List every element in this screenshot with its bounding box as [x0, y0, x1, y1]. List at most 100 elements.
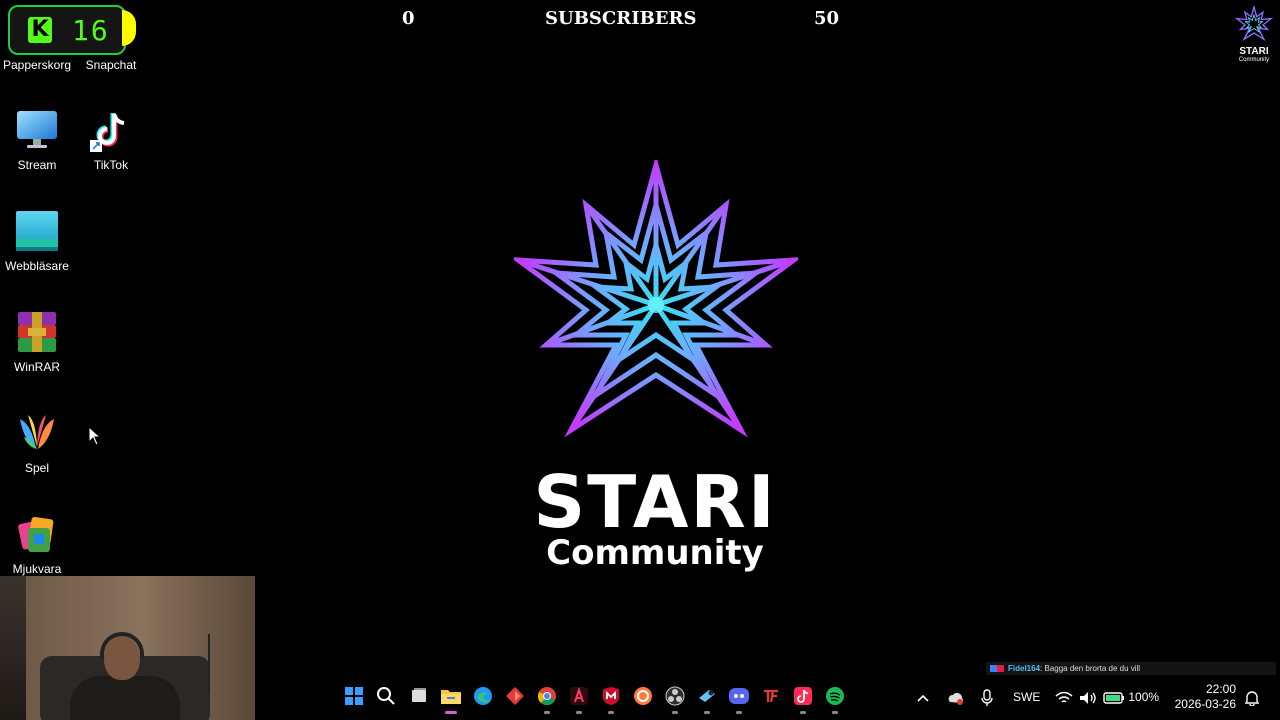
- sub-goal-target: 50: [814, 8, 840, 29]
- snapchat-bubble-icon: [122, 10, 136, 46]
- orange-circle-app-icon: [634, 687, 652, 705]
- taskbar-tf-app[interactable]: [760, 686, 782, 708]
- software-icon: [14, 512, 60, 558]
- active-indicator: [445, 711, 457, 714]
- task-view-button[interactable]: [408, 686, 430, 708]
- webcam-feed: [0, 576, 255, 720]
- chat-username: Fidel164: [1008, 664, 1041, 673]
- kick-count: 16: [72, 13, 110, 47]
- red-diamond-app-icon: [506, 687, 524, 705]
- mouse-cursor-icon: [88, 426, 102, 446]
- taskbar-discord[interactable]: [728, 686, 750, 714]
- cloud-app-icon: [948, 692, 963, 705]
- desktop-icon-label: Stream: [17, 158, 57, 172]
- taskbar-file-explorer[interactable]: [440, 686, 462, 714]
- games-icon: [14, 411, 60, 457]
- search-button[interactable]: [375, 686, 397, 708]
- start-icon: [345, 687, 363, 705]
- adobe-icon: [570, 686, 588, 705]
- taskbar-red-diamond-app[interactable]: [504, 686, 526, 708]
- kick-logo-icon: K: [28, 17, 52, 43]
- logo-subtitle: Community: [546, 533, 764, 573]
- tiktok-live-icon: [794, 687, 812, 705]
- taskbar-edge[interactable]: [472, 686, 494, 708]
- running-indicator: [608, 711, 614, 714]
- desktop-icon-snapchat[interactable]: Snapchat: [74, 58, 148, 72]
- tray-clock[interactable]: 22:00 2026-03-26: [1175, 682, 1236, 712]
- spotify-icon: [826, 687, 844, 705]
- edge-icon: [474, 687, 492, 705]
- desktop-icon-label: Spel: [24, 461, 50, 475]
- tray-battery[interactable]: 100%: [1103, 675, 1159, 720]
- taskbar-mcafee[interactable]: [600, 686, 622, 714]
- task-view-icon: [412, 688, 426, 702]
- chevron-up-icon: [917, 694, 929, 702]
- running-indicator: [736, 711, 742, 714]
- taskbar: SWE 100% 22:00 2026-03-26: [255, 675, 1280, 720]
- running-indicator: [672, 711, 678, 714]
- chat-text: : Bagga den brorta de du vill: [1040, 664, 1141, 673]
- browser-icon: [14, 209, 60, 255]
- obs-icon: [665, 686, 685, 706]
- corner-stari-logo: STARI Community: [1232, 4, 1276, 64]
- webcam-person-body: [70, 676, 180, 720]
- battery-percent: 100%: [1128, 690, 1160, 704]
- running-indicator: [800, 711, 806, 714]
- desktop-icon-spel[interactable]: Spel: [0, 411, 74, 475]
- taskbar-orange-app[interactable]: [632, 686, 654, 708]
- mic-stand: [208, 634, 210, 694]
- desktop-icon-mjukvara[interactable]: Mjukvara: [0, 512, 74, 576]
- logo-title: STARI: [533, 460, 777, 544]
- tray-microphone[interactable]: [980, 675, 994, 720]
- taskbar-steam[interactable]: [696, 686, 718, 714]
- running-indicator: [576, 711, 582, 714]
- desktop-icon-label: TikTok: [93, 158, 129, 172]
- taskbar-tiktok-live[interactable]: [792, 686, 814, 714]
- clock-date: 2026-03-26: [1174, 697, 1236, 711]
- corner-logo-title: STARI: [1239, 46, 1269, 57]
- chat-message: Fidel164: Bagga den brorta de du vill: [986, 662, 1276, 675]
- taskbar-chrome[interactable]: [536, 686, 558, 714]
- desktop-icon-tiktok[interactable]: TikTok: [74, 108, 148, 172]
- chat-badges-icon: [990, 665, 1004, 672]
- battery-charging-icon: [1103, 692, 1124, 704]
- tray-app-icon[interactable]: [947, 675, 965, 720]
- notification-center-button[interactable]: [1244, 675, 1260, 720]
- chrome-icon: [537, 687, 556, 706]
- desktop-icon-recycle-bin[interactable]: Papperskorg: [0, 58, 74, 72]
- taskbar-spotify[interactable]: [824, 686, 846, 714]
- tiktok-icon: [88, 108, 134, 154]
- desktop-icon-label: Snapchat: [85, 58, 137, 72]
- desktop-icon-winrar[interactable]: WinRAR: [0, 310, 74, 374]
- steam-icon: [699, 690, 715, 702]
- tray-volume[interactable]: [1079, 675, 1097, 720]
- mcafee-icon: [603, 687, 619, 705]
- running-indicator: [832, 711, 838, 714]
- discord-icon: [729, 688, 749, 704]
- sub-goal-current: 0: [402, 8, 415, 29]
- start-button[interactable]: [343, 686, 365, 708]
- microphone-icon: [981, 689, 993, 706]
- running-indicator: [704, 711, 710, 714]
- sub-goal-label: SUBSCRIBERS: [545, 8, 697, 29]
- desktop-icon-stream[interactable]: Stream: [0, 108, 74, 172]
- desktop-icon-webblasare[interactable]: Webbläsare: [0, 209, 74, 273]
- notification-icon: [1244, 691, 1260, 707]
- tray-language[interactable]: SWE: [1013, 675, 1040, 720]
- monitor-icon: [14, 108, 60, 154]
- desktop-icon-label: Mjukvara: [12, 562, 62, 576]
- stari-star-logo-icon: [514, 160, 798, 438]
- stari-star-small-icon: [1234, 4, 1274, 42]
- tf-app-icon: [764, 689, 778, 703]
- tray-overflow-button[interactable]: [916, 675, 930, 720]
- tray-network[interactable]: [1055, 675, 1073, 720]
- winrar-icon: [14, 310, 60, 356]
- speaker-icon: [1080, 691, 1096, 704]
- desktop-icon-label: Webbläsare: [5, 259, 69, 273]
- taskbar-adobe[interactable]: [568, 686, 590, 714]
- taskbar-obs[interactable]: [664, 686, 686, 714]
- wifi-icon: [1055, 691, 1073, 703]
- running-indicator: [544, 711, 550, 714]
- search-icon: [377, 687, 395, 705]
- desktop-icon-label: Papperskorg: [2, 58, 72, 72]
